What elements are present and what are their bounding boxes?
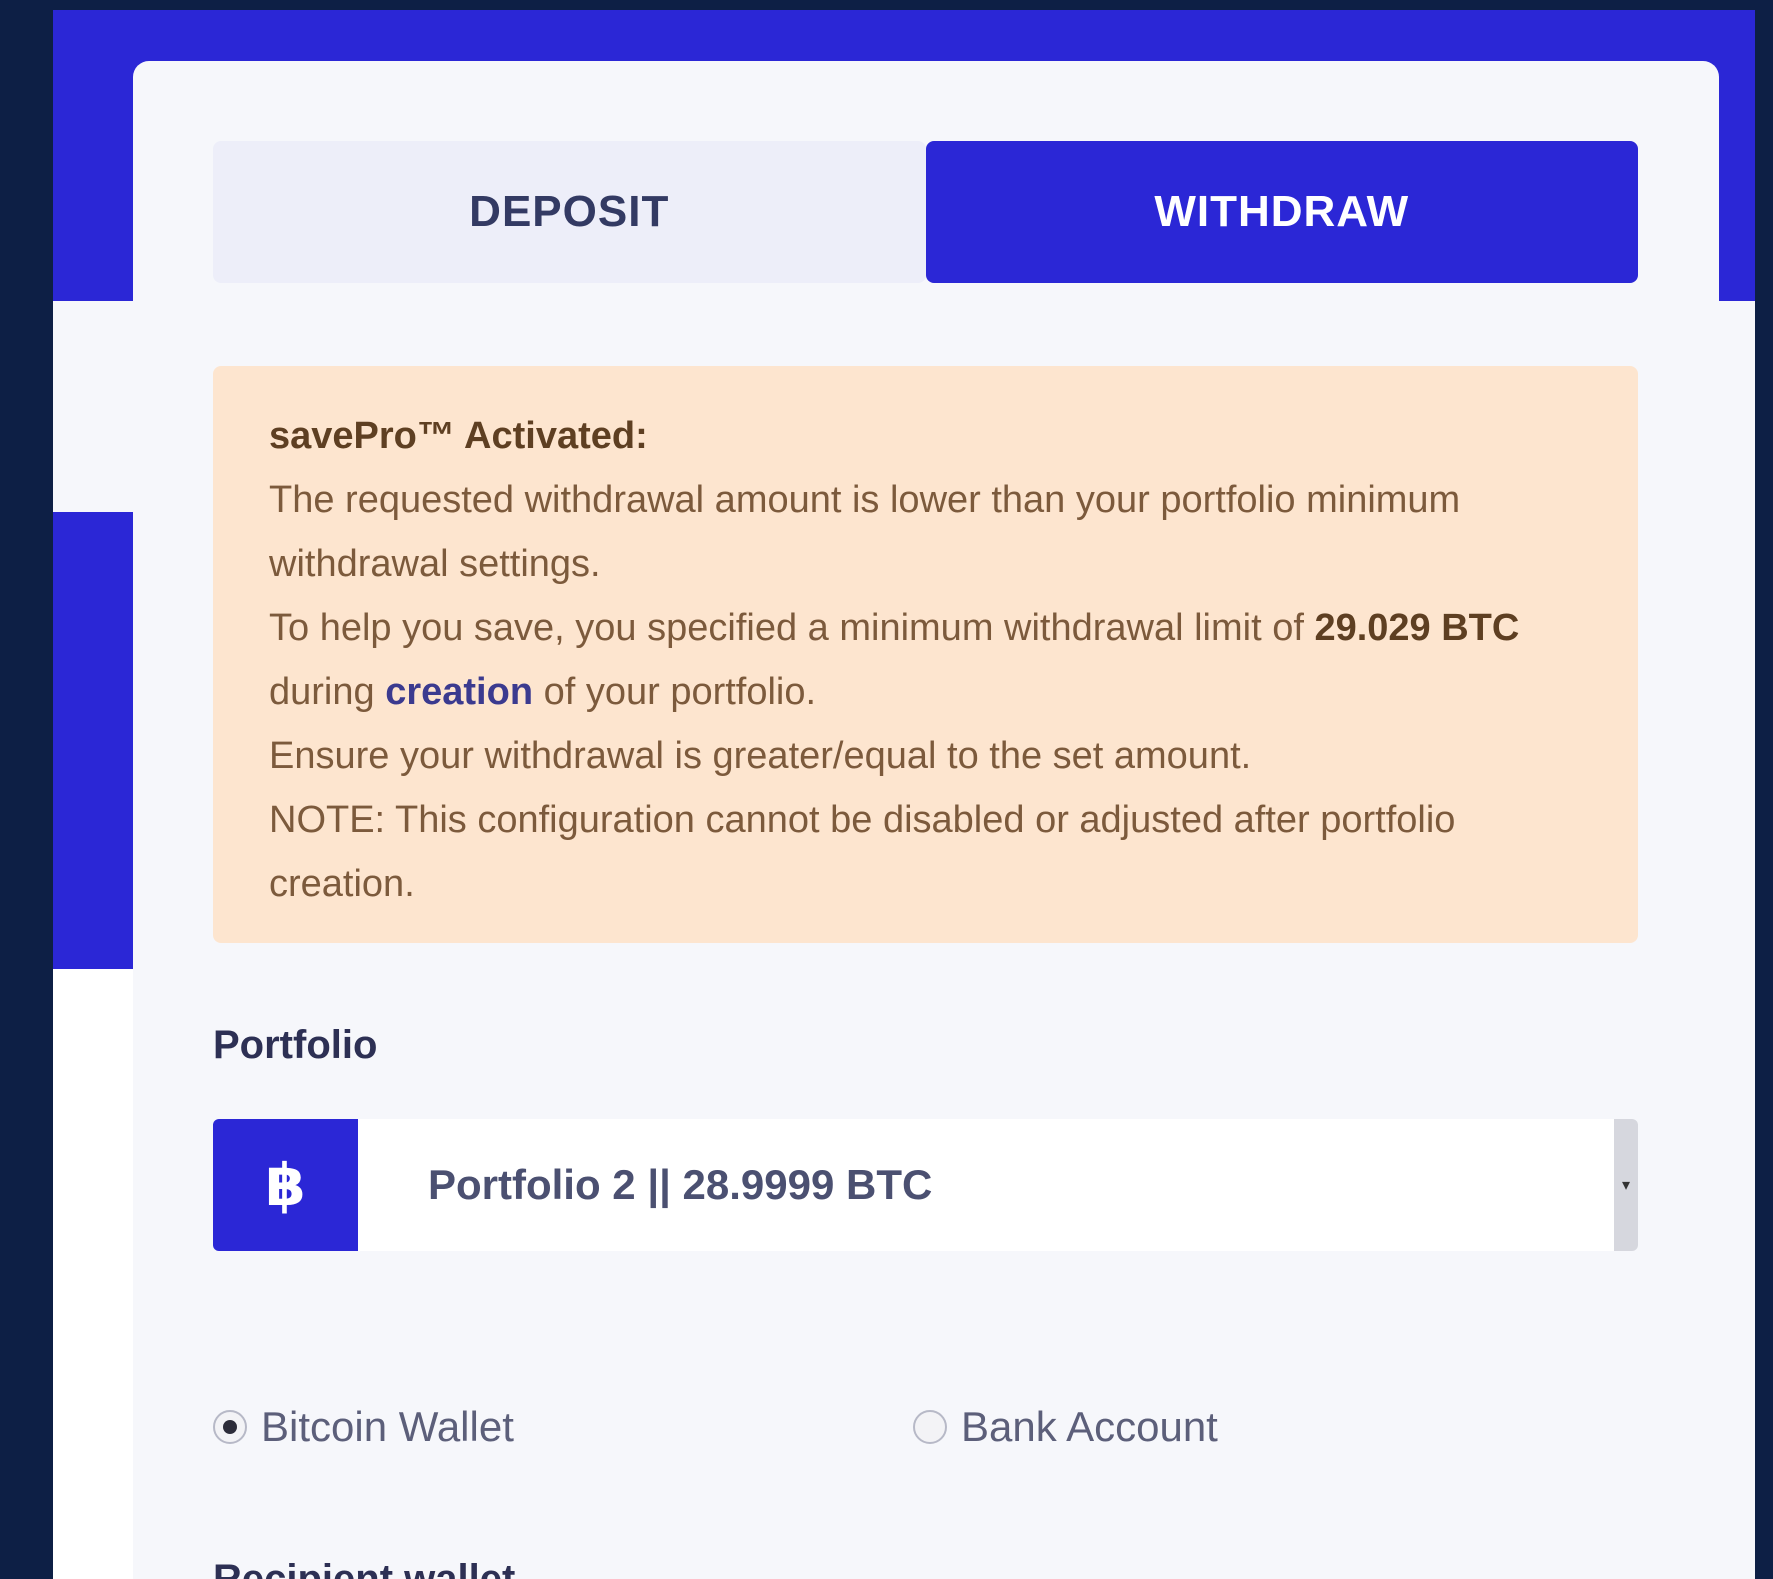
select-arrow-icon[interactable]: ▾: [1614, 1119, 1638, 1251]
portfolio-selected-value: Portfolio 2 || 28.9999 BTC: [428, 1161, 933, 1208]
bitcoin-icon: ฿: [213, 1119, 358, 1251]
bank-account-label: Bank Account: [961, 1403, 1218, 1450]
deposit-withdraw-tabs: DEPOSIT WITHDRAW: [213, 141, 1638, 283]
notice-line-2: To help you save, you specified a minimu…: [269, 596, 1582, 724]
radio-unchecked-icon: [913, 1410, 947, 1444]
portfolio-select[interactable]: ฿ Portfolio 2 || 28.9999 BTC ▾: [213, 1119, 1638, 1251]
bitcoin-wallet-radio[interactable]: Bitcoin Wallet: [213, 1403, 514, 1451]
savepro-notice: savePro™ Activated: The requested withdr…: [213, 366, 1638, 943]
destination-radio-group: Bitcoin Wallet Bank Account: [213, 1403, 1638, 1473]
recipient-wallet-label: Recipient wallet: [213, 1557, 516, 1579]
minimum-amount: 29.029 BTC: [1314, 607, 1520, 649]
bank-account-radio[interactable]: Bank Account: [913, 1403, 1218, 1451]
portfolio-label: Portfolio: [213, 1023, 378, 1067]
creation-link[interactable]: creation: [385, 671, 533, 713]
notice-title: savePro™ Activated:: [269, 415, 648, 457]
tab-deposit[interactable]: DEPOSIT: [213, 141, 926, 283]
notice-during: during: [269, 671, 375, 713]
notice-line-3: Ensure your withdrawal is greater/equal …: [269, 735, 1252, 777]
tab-withdraw[interactable]: WITHDRAW: [925, 141, 1638, 283]
bitcoin-wallet-label: Bitcoin Wallet: [261, 1403, 514, 1450]
notice-line-2-prefix: To help you save, you specified a minimu…: [269, 607, 1304, 649]
radio-checked-icon: [213, 1410, 247, 1444]
withdraw-card: DEPOSIT WITHDRAW savePro™ Activated: The…: [133, 61, 1719, 1579]
radio-dot-icon: [223, 1420, 237, 1434]
notice-line-2-suffix: of your portfolio.: [543, 671, 817, 713]
notice-line-4: NOTE: This configuration cannot be disab…: [269, 799, 1456, 905]
app-window: DEPOSIT WITHDRAW savePro™ Activated: The…: [53, 10, 1755, 1579]
notice-line-1: The requested withdrawal amount is lower…: [269, 479, 1461, 585]
